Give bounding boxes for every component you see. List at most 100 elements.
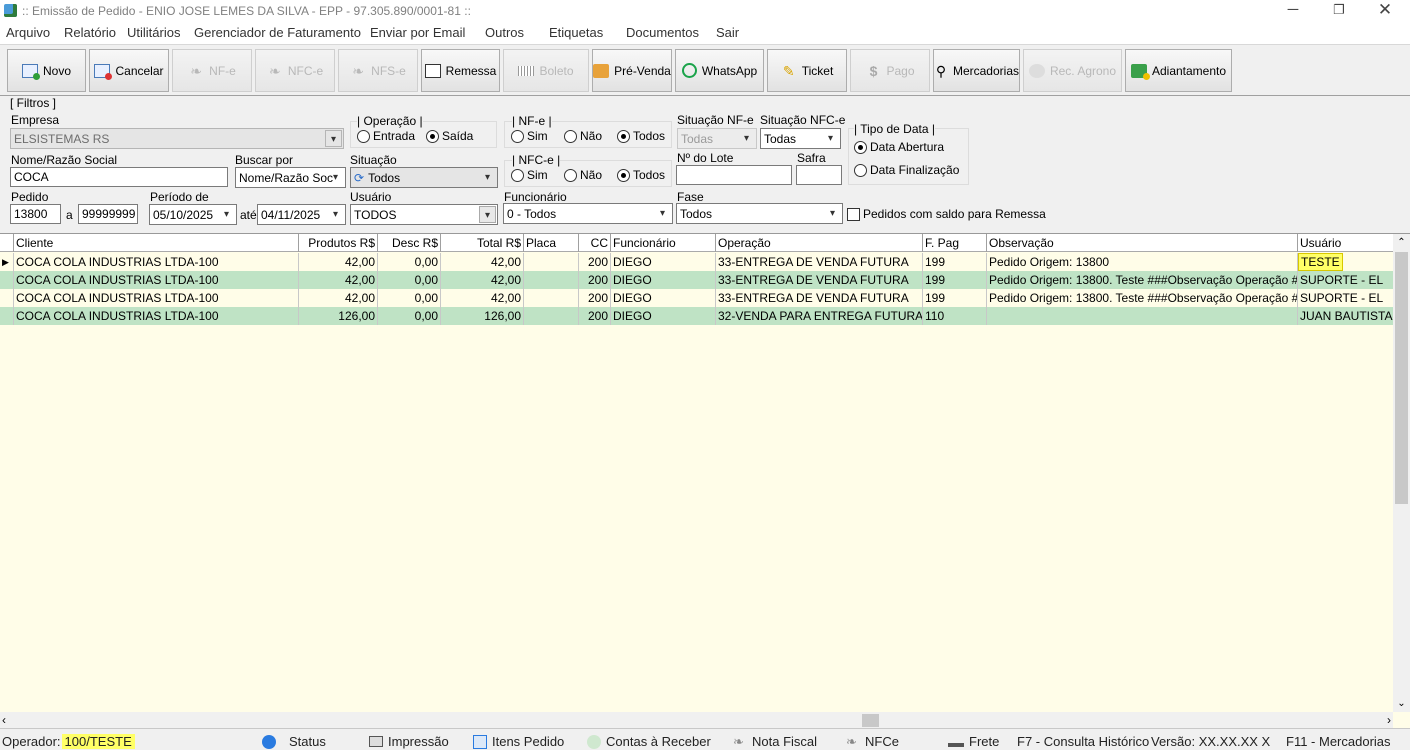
header-placa[interactable]: Placa — [524, 234, 579, 252]
usuario-select[interactable]: TODOS ▾ — [350, 204, 498, 225]
funcionario-select[interactable]: 0 - Todos ▾ — [503, 203, 673, 224]
nfe-todos-radio[interactable]: Todos — [617, 129, 665, 143]
cell-produtos[interactable]: 42,00 — [299, 271, 378, 289]
safra-input[interactable] — [796, 165, 842, 185]
table-row[interactable]: COCA COLA INDUSTRIAS LTDA-100 42,00 0,00… — [0, 271, 1393, 289]
cancelar-button[interactable]: Cancelar — [89, 49, 169, 92]
cell-cc[interactable]: 200 — [579, 307, 611, 325]
nfe-button[interactable]: ❧ NF-e — [172, 49, 252, 92]
cell-placa[interactable] — [524, 271, 579, 289]
cell-desc[interactable]: 0,00 — [378, 253, 441, 271]
menu-outros[interactable]: Outros — [485, 25, 524, 40]
cell-fpag[interactable]: 199 — [923, 271, 987, 289]
rec-agrono-button[interactable]: Rec. Agrono — [1023, 49, 1122, 92]
cell-funcionario[interactable]: DIEGO — [611, 289, 716, 307]
cell-cliente[interactable]: COCA COLA INDUSTRIAS LTDA-100 — [14, 253, 299, 271]
fase-select[interactable]: Todos ▾ — [676, 203, 843, 224]
table-row[interactable]: ▶ COCA COLA INDUSTRIAS LTDA-100 42,00 0,… — [0, 253, 1393, 271]
itens-pedido-button[interactable]: Itens Pedido — [473, 734, 564, 749]
horizontal-scroll-thumb[interactable] — [862, 714, 879, 727]
cell-operacao[interactable]: 32-VENDA PARA ENTREGA FUTURA — [716, 307, 923, 325]
cell-operacao[interactable]: 33-ENTREGA DE VENDA FUTURA — [716, 289, 923, 307]
nfce-button-status[interactable]: ❧ NFCe — [846, 734, 899, 749]
nfse-button[interactable]: ❧ NFS-e — [338, 49, 418, 92]
scroll-up-icon[interactable]: ⌃ — [1393, 234, 1410, 251]
entrada-radio[interactable]: Entrada — [357, 129, 415, 143]
menu-etiquetas[interactable]: Etiquetas — [549, 25, 603, 40]
novo-button[interactable]: Novo — [7, 49, 86, 92]
nfce-nao-radio[interactable]: Não — [564, 168, 602, 182]
cell-cliente[interactable]: COCA COLA INDUSTRIAS LTDA-100 — [14, 271, 299, 289]
cell-fpag[interactable]: 110 — [923, 307, 987, 325]
empresa-select[interactable]: ELSISTEMAS RS ▾ — [10, 128, 344, 149]
contas-receber-button[interactable]: Contas à Receber — [587, 734, 711, 749]
saldo-remessa-checkbox[interactable]: Pedidos com saldo para Remessa — [847, 207, 1046, 221]
situacao-select[interactable]: ⟳ Todos ▾ — [350, 167, 498, 188]
pedido-to-input[interactable]: 99999999 — [78, 204, 138, 224]
nfe-nao-radio[interactable]: Não — [564, 129, 602, 143]
menu-enviar-email[interactable]: Enviar por Email — [370, 25, 465, 40]
table-row[interactable]: COCA COLA INDUSTRIAS LTDA-100 126,00 0,0… — [0, 307, 1393, 325]
menu-arquivo[interactable]: Arquivo — [6, 25, 50, 40]
pedido-from-input[interactable]: 13800 — [10, 204, 61, 224]
cell-operacao[interactable]: 33-ENTREGA DE VENDA FUTURA — [716, 253, 923, 271]
header-cc[interactable]: CC — [579, 234, 611, 252]
minimize-button[interactable]: ─ — [1270, 0, 1316, 22]
periodo-to-date[interactable]: 04/11/2025 ▾ — [257, 204, 346, 225]
cell-fpag[interactable]: 199 — [923, 253, 987, 271]
cell-total[interactable]: 42,00 — [441, 253, 524, 271]
remessa-button[interactable]: Remessa — [421, 49, 500, 92]
close-button[interactable]: ✕ — [1362, 0, 1408, 22]
cell-cc[interactable]: 200 — [579, 289, 611, 307]
sit-nfce-select[interactable]: Todas ▾ — [760, 128, 841, 149]
ticket-button[interactable]: ✎ Ticket — [767, 49, 847, 92]
saida-radio[interactable]: Saída — [426, 129, 473, 143]
periodo-from-date[interactable]: 05/10/2025 ▾ — [149, 204, 237, 225]
sit-nfe-select[interactable]: Todas ▾ — [677, 128, 757, 149]
menu-gerenciador[interactable]: Gerenciador de Faturamento — [194, 25, 361, 40]
cell-observacao[interactable]: Pedido Origem: 13800. Teste ###Observaçã… — [987, 289, 1298, 307]
header-cliente[interactable]: Cliente — [14, 234, 299, 252]
cell-produtos[interactable]: 126,00 — [299, 307, 378, 325]
cell-placa[interactable] — [524, 307, 579, 325]
cell-cliente[interactable]: COCA COLA INDUSTRIAS LTDA-100 — [14, 289, 299, 307]
cell-desc[interactable]: 0,00 — [378, 289, 441, 307]
scroll-left-icon[interactable]: ‹ — [2, 712, 19, 729]
nfce-button[interactable]: ❧ NFC-e — [255, 49, 335, 92]
menu-sair[interactable]: Sair — [716, 25, 739, 40]
menu-utilitarios[interactable]: Utilitários — [127, 25, 180, 40]
cell-usuario[interactable]: TESTE — [1298, 253, 1393, 271]
cell-placa[interactable] — [524, 253, 579, 271]
cell-placa[interactable] — [524, 289, 579, 307]
cell-cc[interactable]: 200 — [579, 271, 611, 289]
header-total[interactable]: Total R$ — [441, 234, 524, 252]
boleto-button[interactable]: Boleto — [503, 49, 589, 92]
header-usuario[interactable]: Usuário — [1298, 234, 1393, 252]
cell-desc[interactable]: 0,00 — [378, 307, 441, 325]
prevenda-button[interactable]: Pré-Venda — [592, 49, 672, 92]
horizontal-scrollbar[interactable]: ‹ › — [0, 712, 1393, 729]
cell-produtos[interactable]: 42,00 — [299, 289, 378, 307]
scroll-right-icon[interactable]: › — [1374, 712, 1391, 729]
adiantamento-button[interactable]: Adiantamento — [1125, 49, 1232, 92]
header-fpag[interactable]: F. Pag — [923, 234, 987, 252]
restore-button[interactable]: ❐ — [1316, 0, 1362, 22]
cell-funcionario[interactable]: DIEGO — [611, 271, 716, 289]
lote-input[interactable] — [676, 165, 792, 185]
nfe-sim-radio[interactable]: Sim — [511, 129, 548, 143]
buscar-select[interactable]: Nome/Razão Soc ▾ — [235, 167, 346, 188]
scroll-down-icon[interactable]: ⌄ — [1393, 695, 1410, 712]
nfce-todos-radio[interactable]: Todos — [617, 168, 665, 182]
nota-fiscal-button[interactable]: ❧ Nota Fiscal — [733, 734, 817, 749]
nfce-sim-radio[interactable]: Sim — [511, 168, 548, 182]
cell-total[interactable]: 42,00 — [441, 289, 524, 307]
cell-produtos[interactable]: 42,00 — [299, 253, 378, 271]
cell-funcionario[interactable]: DIEGO — [611, 307, 716, 325]
impressao-button[interactable]: Impressão — [369, 734, 449, 749]
vertical-scroll-thumb[interactable] — [1395, 252, 1408, 504]
cell-observacao[interactable] — [987, 307, 1298, 325]
cell-usuario[interactable]: SUPORTE - EL — [1298, 289, 1393, 307]
cell-total[interactable]: 42,00 — [441, 271, 524, 289]
header-operacao[interactable]: Operação — [716, 234, 923, 252]
vertical-scrollbar[interactable]: ⌃ ⌄ — [1393, 234, 1410, 712]
